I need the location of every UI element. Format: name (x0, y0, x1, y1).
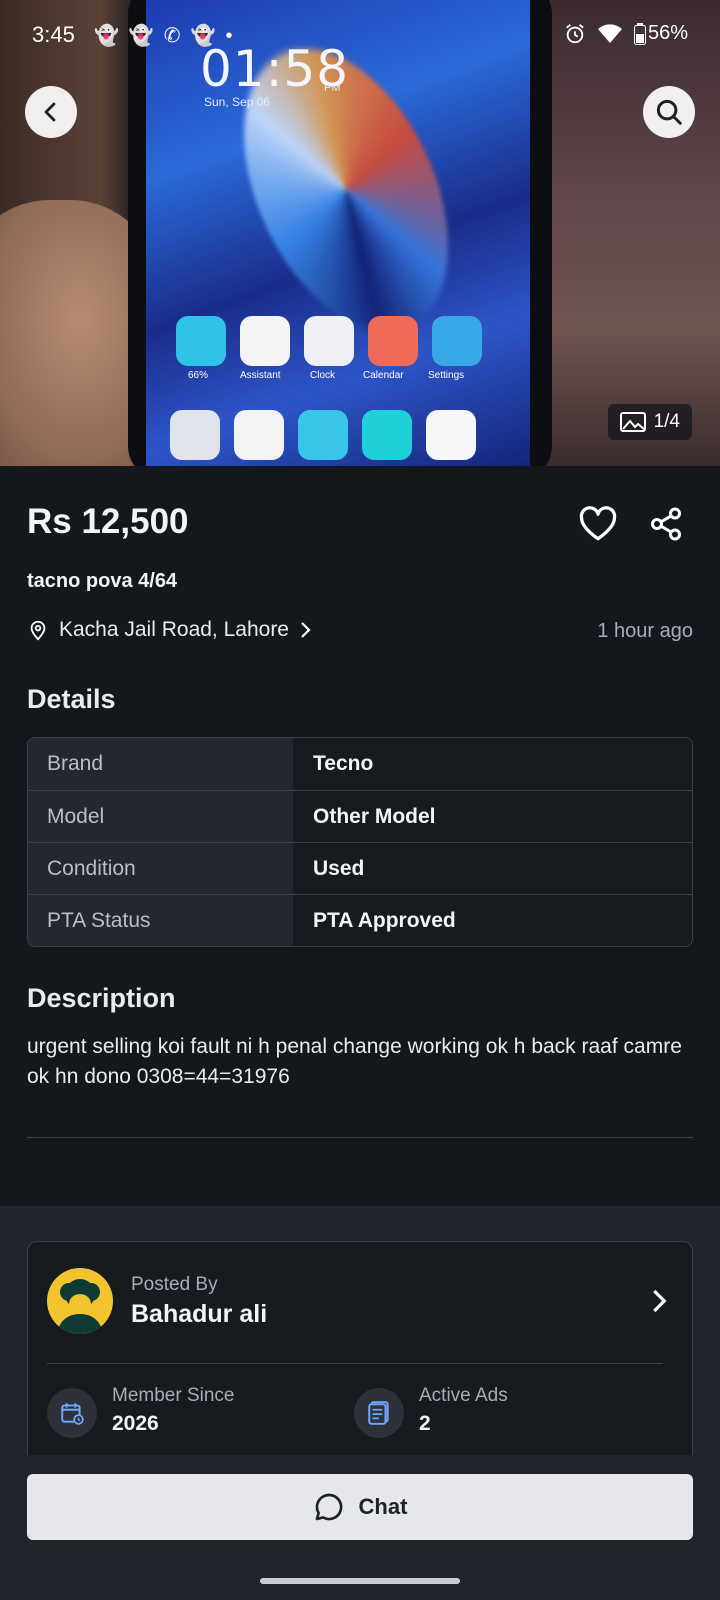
chat-icon (315, 1493, 342, 1521)
member-since-label: Member Since (112, 1385, 235, 1406)
details-row: Brand Tecno (28, 738, 692, 790)
photo-app-label: 66% (188, 370, 209, 381)
seller-name: Bahadur ali (131, 1300, 268, 1328)
member-since-badge (47, 1388, 97, 1438)
photo-dock-icon (170, 410, 220, 460)
notification-icons: 👻👻✆👻• (94, 25, 243, 47)
listing-title: tacno pova 4/64 (27, 570, 178, 592)
status-bar: 3:45 👻👻✆👻• 56% (0, 0, 720, 70)
search-button[interactable] (643, 86, 695, 138)
details-value: Used (293, 843, 692, 894)
back-button[interactable] (25, 86, 77, 138)
active-ads-label: Active Ads (419, 1385, 508, 1406)
calendar-icon (61, 1403, 84, 1425)
member-since-value: 2026 (112, 1412, 159, 1435)
photo-app-row (176, 316, 482, 366)
photo-app-icon (240, 316, 290, 366)
status-time: 3:45 (32, 22, 75, 47)
alarm-icon (566, 23, 584, 43)
location-pin-icon (30, 620, 46, 641)
home-indicator[interactable] (260, 1578, 460, 1584)
photo-counter: 1/4 (607, 404, 692, 440)
location-text: Kacha Jail Road, Lahore (59, 618, 289, 641)
share-button[interactable] (648, 506, 684, 547)
wifi-icon (597, 23, 622, 43)
chat-button[interactable]: Chat (27, 1474, 693, 1540)
chevron-right-icon (653, 1289, 667, 1313)
seller-profile-chevron[interactable] (650, 1286, 670, 1321)
section-divider (27, 1137, 693, 1138)
photo-app-icon (368, 316, 418, 366)
search-icon (656, 99, 682, 125)
photo-dock-icon (298, 410, 348, 460)
details-table: Brand Tecno Model Other Model Condition … (27, 737, 693, 947)
seller-card[interactable]: Posted By Bahadur ali Member Since 2026 … (27, 1241, 693, 1471)
photo-app-icon (304, 316, 354, 366)
description-heading: Description (27, 983, 176, 1013)
avatar-illustration (57, 1279, 103, 1334)
photo-dock-icon (362, 410, 412, 460)
description-text: urgent selling koi fault ni h penal chan… (27, 1035, 682, 1088)
image-icon (619, 412, 646, 432)
photo-lockscreen-date: Sun, Sep 06 (204, 95, 271, 109)
details-value: Tecno (293, 738, 692, 790)
photo-counter-text: 1/4 (653, 411, 680, 432)
details-key: PTA Status (28, 895, 293, 946)
photo-app-label: Settings (428, 370, 465, 381)
chat-button-label: Chat (358, 1494, 408, 1519)
details-value: PTA Approved (293, 895, 692, 946)
listing-price: Rs 12,500 (27, 502, 189, 541)
details-heading: Details (27, 684, 116, 714)
photo-app-label: Clock (310, 370, 336, 381)
chevron-right-icon (301, 622, 311, 638)
details-key: Condition (28, 843, 293, 894)
heart-icon (579, 506, 617, 541)
photo-dock-row (170, 410, 476, 460)
location-link[interactable]: Kacha Jail Road, Lahore (27, 618, 313, 642)
active-ads-value: 2 (419, 1412, 431, 1435)
active-ads-badge (354, 1388, 404, 1438)
avatar (47, 1268, 113, 1334)
photo-dock-icon (234, 410, 284, 460)
chevron-left-icon (44, 102, 56, 122)
photo-app-icon (176, 316, 226, 366)
details-key: Brand (28, 738, 293, 790)
photo-app-icon (432, 316, 482, 366)
details-row: Condition Used (28, 842, 692, 894)
battery-icon (633, 22, 646, 45)
share-icon (651, 507, 681, 541)
status-right: 56% (564, 22, 688, 45)
details-row: Model Other Model (28, 790, 692, 842)
photo-app-label: Assistant (240, 370, 281, 381)
details-value: Other Model (293, 791, 692, 842)
photo-app-label: Calendar (363, 370, 404, 381)
ads-icon (368, 1401, 389, 1425)
photo-dock-icon (426, 410, 476, 460)
card-divider (47, 1363, 663, 1364)
battery-indicator: 56% (633, 22, 688, 45)
battery-percent: 56% (647, 22, 688, 44)
posted-time: 1 hour ago (597, 620, 693, 642)
photo-lockscreen-ampm: PM (324, 82, 341, 94)
details-key: Model (28, 791, 293, 842)
details-row: PTA Status PTA Approved (28, 894, 692, 946)
favorite-button[interactable] (578, 506, 618, 547)
posted-by-label: Posted By (131, 1274, 218, 1295)
